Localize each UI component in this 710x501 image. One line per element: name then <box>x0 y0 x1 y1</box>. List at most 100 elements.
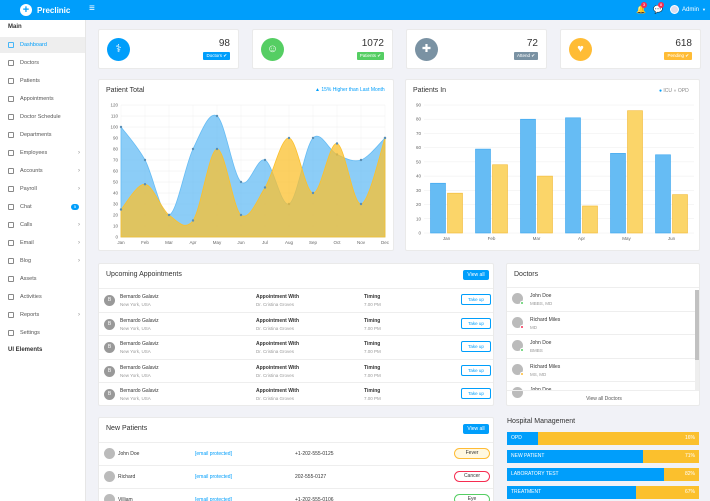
status-dot <box>520 371 524 376</box>
take-up-button[interactable]: Take up <box>461 294 491 305</box>
diagnosis-badge[interactable]: Cancer <box>454 471 490 482</box>
brand[interactable]: + Preclinic <box>20 4 70 16</box>
area-point <box>239 213 243 217</box>
sidebar-item-label: Assets <box>20 276 37 282</box>
take-up-button[interactable]: Take up <box>461 364 491 376</box>
sidebar-item-calls[interactable]: Calls › <box>0 217 85 233</box>
doctor-name: John Doe <box>530 340 552 346</box>
user-name: Admin <box>682 6 700 13</box>
y-tick-label: 20 <box>113 213 119 218</box>
timing-label: Timing <box>364 341 381 347</box>
sidebar-item-email[interactable]: Email › <box>0 235 85 251</box>
area-point <box>119 125 123 129</box>
progress-label: NEW PATIENT <box>511 453 545 459</box>
area-point <box>359 158 363 162</box>
patient-phone: 202-555-0127 <box>295 474 327 480</box>
sidebar-item-patients[interactable]: Patients <box>0 73 85 89</box>
progress-fill: LABORATORY TEST <box>507 468 665 481</box>
take-up-button[interactable]: Take up <box>461 388 491 399</box>
doctor-list-item[interactable]: Richard Miles MD <box>507 310 699 334</box>
check-icon: ✔ <box>375 53 381 58</box>
doctor-degree: MBBS, MD <box>530 301 553 306</box>
sidebar-item-label: Settings <box>20 330 40 336</box>
appointment-time: 7.00 PM <box>364 396 381 401</box>
sidebar-item-doctors[interactable]: Doctors <box>0 55 85 71</box>
sidebar-item-assets[interactable]: Assets <box>0 271 85 287</box>
sidebar-item-doctor-schedule[interactable]: Doctor Schedule <box>0 109 85 125</box>
hospital-progress-bar: OPD 16% <box>507 432 699 445</box>
sidebar-item-dashboard[interactable]: Dashboard <box>0 37 85 53</box>
sidebar-item-label: Reports <box>20 312 40 318</box>
area-point <box>215 147 219 151</box>
new-patients-view-all-button[interactable]: View all <box>463 424 489 434</box>
appointment-with-label: Appointment With <box>256 388 300 394</box>
doctor-name: Dr. Cristina Groves <box>256 325 295 331</box>
user-md-icon: ✚ <box>415 38 438 61</box>
patient-phone: +1-202-555-0125 <box>295 451 334 457</box>
patient-total-chart: 0 10 20 30 40 50 60 70 80 90 100 110 120 Jan Feb Mar Apr… <box>110 103 389 246</box>
sidebar-item-departments[interactable]: Departments <box>0 127 85 143</box>
avatar: B <box>104 365 115 377</box>
sidebar-item-settings[interactable]: Settings <box>0 325 85 341</box>
sidebar-item-label: Activities <box>20 294 42 300</box>
stat-value: 1072 <box>361 38 384 49</box>
bar-opd <box>447 192 463 234</box>
sidebar-ui-title[interactable]: UI Elements <box>8 347 42 353</box>
y-tick-label: 40 <box>113 191 119 196</box>
schedule-icon <box>8 114 14 120</box>
hospital-management-title: Hospital Management <box>507 418 576 425</box>
doctors-scrollbar[interactable] <box>695 290 699 390</box>
stat-value: 72 <box>526 38 538 49</box>
doctor-list-item[interactable]: John Doe BMBS <box>507 334 699 357</box>
appointment-with-label: Appointment With <box>256 294 300 300</box>
sidebar: Main Dashboard Doctors Patients Appointment… <box>0 20 86 501</box>
diagnosis-badge[interactable]: Fever <box>454 448 490 459</box>
user-menu[interactable]: Admin ▼ <box>670 5 706 14</box>
patient-email[interactable]: [email protected] <box>195 497 232 501</box>
reports-icon <box>8 312 14 318</box>
employees-icon <box>8 150 14 156</box>
patient-avatar <box>104 448 115 459</box>
doctor-name: John Doe <box>530 293 552 299</box>
appointment-time: 7.00 PM <box>364 349 381 354</box>
y-tick-label: 10 <box>113 224 119 229</box>
view-all-doctors-link[interactable]: View all Doctors <box>507 390 699 405</box>
sidebar-item-label: Payroll <box>20 186 37 192</box>
sidebar-item-activities[interactable]: Activities <box>0 289 85 305</box>
sidebar-item-employees[interactable]: Employees › <box>0 145 85 161</box>
appointments-card: Upcoming Appointments View all B Bernardo… <box>98 263 494 406</box>
avatar: B <box>104 295 115 306</box>
doctor-list-item[interactable]: Richard Miles MS, MD <box>507 357 699 381</box>
progress-label: LABORATORY TEST <box>511 471 559 477</box>
y-tick-label: 10 <box>416 216 422 221</box>
diagnosis-badge[interactable]: Eye <box>454 494 490 501</box>
sidebar-item-label: Blog <box>20 258 32 264</box>
sidebar-item-appointments[interactable]: Appointments <box>0 91 85 107</box>
x-tick-label: May <box>622 236 631 241</box>
take-up-button[interactable]: Take up <box>461 341 491 352</box>
appointments-view-all-button[interactable]: View all <box>463 270 489 280</box>
sidebar-item-blog[interactable]: Blog › <box>0 253 85 269</box>
stat-value: 618 <box>675 38 692 49</box>
take-up-button[interactable]: Take up <box>461 317 491 329</box>
progress-remainder: 16% <box>537 432 699 445</box>
progress-label: TREATMENT <box>511 489 542 495</box>
doctor-list-item[interactable]: John Doe MBBS, MD <box>507 287 699 310</box>
hamburger-menu-icon[interactable]: ≡ <box>89 4 95 14</box>
sidebar-item-chat[interactable]: Chat 5 <box>0 199 85 215</box>
chevron-right-icon: › <box>78 150 80 156</box>
patients-in-card: Patients In ● ICU ● OPD 0 10 20 30 40 50 60 70 8… <box>405 79 700 251</box>
department-icon <box>8 132 14 138</box>
sidebar-item-reports[interactable]: Reports › <box>0 307 85 323</box>
x-tick-label: Jul <box>262 240 268 245</box>
patient-email[interactable]: [email protected] <box>195 451 232 457</box>
area-point <box>311 136 315 140</box>
appointment-row: B Bernardo Galaviz New York, USA Appointmen… <box>99 288 493 311</box>
stethoscope-icon: ⚕ <box>107 38 130 61</box>
email-icon <box>8 240 14 246</box>
user-icon: ☺ <box>261 38 284 61</box>
sidebar-item-payroll[interactable]: Payroll › <box>0 181 85 197</box>
sidebar-item-accounts[interactable]: Accounts › <box>0 163 85 179</box>
patient-email[interactable]: [email protected] <box>195 474 232 480</box>
check-icon: ✔ <box>683 53 689 58</box>
